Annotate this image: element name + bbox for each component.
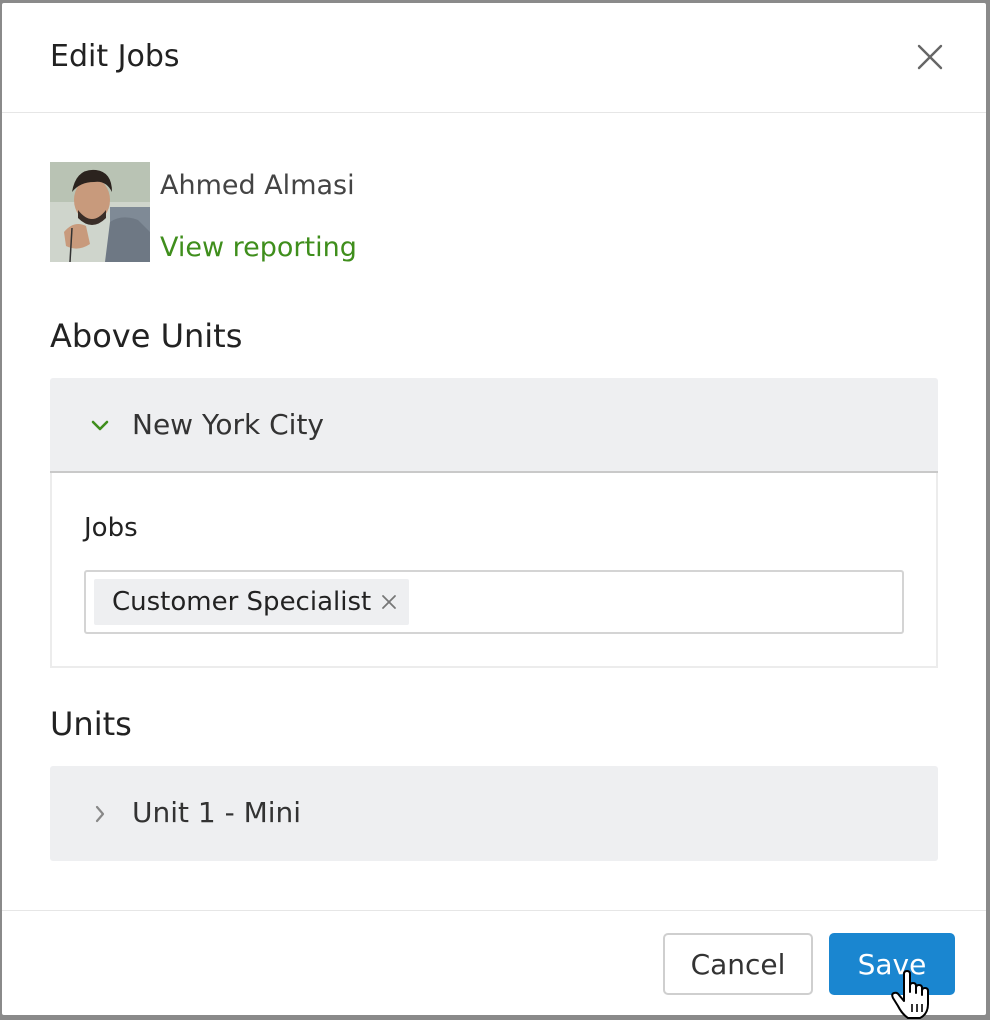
chevron-right-icon (95, 805, 105, 823)
above-units-heading: Above Units (50, 317, 243, 355)
close-icon[interactable] (916, 43, 944, 71)
accordion-panel-new-york-city: Jobs Customer Specialist (50, 473, 938, 668)
edit-jobs-dialog: Edit Jobs Ahmed Almasi View reporting Ab… (2, 3, 986, 1015)
avatar (50, 162, 150, 262)
accordion-unit-1-mini[interactable]: Unit 1 - Mini (50, 766, 938, 861)
units-heading: Units (50, 705, 132, 743)
accordion-label: New York City (132, 408, 324, 441)
dialog-header: Edit Jobs (2, 3, 986, 113)
user-summary: Ahmed Almasi View reporting (50, 162, 650, 263)
job-tag-label: Customer Specialist (112, 587, 372, 617)
jobs-multiselect[interactable]: Customer Specialist (84, 570, 904, 634)
remove-tag-icon[interactable] (381, 594, 397, 610)
accordion-new-york-city[interactable]: New York City (50, 378, 938, 473)
job-tag: Customer Specialist (94, 579, 410, 625)
dialog-footer: Cancel Save (2, 910, 986, 1015)
view-reporting-link[interactable]: View reporting (160, 232, 357, 263)
cancel-button[interactable]: Cancel (663, 933, 813, 995)
dialog-title: Edit Jobs (50, 39, 180, 74)
chevron-down-icon (91, 420, 109, 431)
save-button[interactable]: Save (829, 933, 955, 995)
user-name: Ahmed Almasi (160, 170, 355, 201)
jobs-label: Jobs (84, 513, 138, 543)
accordion-label: Unit 1 - Mini (132, 796, 302, 829)
